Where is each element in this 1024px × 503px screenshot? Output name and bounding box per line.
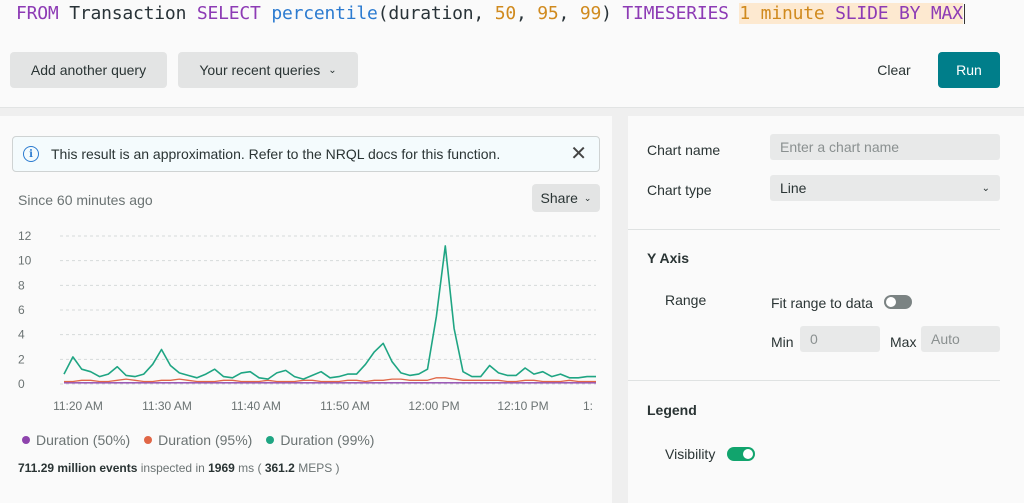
range-label: Range — [665, 292, 707, 308]
chart-settings-panel: Chart name Enter a chart name Chart type… — [628, 116, 1024, 503]
query-number: 50 — [494, 3, 516, 24]
approximation-notice: i This result is an approximation. Refer… — [12, 136, 600, 172]
legend-label: Duration (99%) — [280, 432, 375, 448]
visibility-toggle[interactable] — [727, 447, 755, 461]
min-input[interactable]: 0 — [800, 326, 880, 352]
events-text: ) — [332, 461, 340, 475]
min-label: Min — [771, 334, 794, 350]
max-input[interactable]: Auto — [921, 326, 1000, 352]
x-tick-label: 11:20 AM — [53, 399, 103, 413]
query-function: percentile — [271, 3, 378, 24]
query-keyword-select: SELECT — [196, 3, 261, 24]
y-tick-label: 4 — [18, 328, 25, 342]
text-cursor — [963, 4, 965, 24]
y-tick-label: 0 — [18, 377, 25, 391]
close-icon[interactable]: ✕ — [570, 144, 587, 164]
nrql-query-editor[interactable]: FROM Transaction SELECT percentile(durat… — [16, 2, 965, 26]
events-summary: 711.29 million events inspected in 1969 … — [18, 461, 340, 475]
notice-text: This result is an approximation. Refer t… — [51, 146, 501, 162]
chart-name-label: Chart name — [647, 142, 721, 158]
events-text: ms ( — [234, 461, 265, 475]
y-tick-label: 6 — [18, 303, 25, 317]
visibility-label: Visibility — [665, 446, 716, 462]
x-tick-label: 11:50 AM — [320, 399, 370, 413]
query-highlight-keyword: SLIDE BY MAX — [824, 3, 963, 24]
legend-label: Duration (95%) — [158, 432, 253, 448]
query-number: 95 — [537, 3, 559, 24]
query-number: 99 — [579, 3, 602, 24]
recent-queries-dropdown[interactable]: Your recent queries ⌄ — [178, 52, 358, 88]
legend-label: Duration (50%) — [36, 432, 131, 448]
query-text — [261, 3, 272, 24]
x-tick-label: 12:00 PM — [408, 399, 459, 413]
line-chart[interactable]: 0 2 4 6 8 10 12 11:20 AM 11:30 AM 11:40 AM 11:50 A… — [0, 226, 612, 422]
chevron-down-icon: ⌄ — [583, 192, 592, 203]
y-tick-label: 8 — [18, 278, 25, 292]
legend-item-p99[interactable]: Duration (99%) — [266, 432, 374, 448]
events-text: MEPS — [294, 461, 333, 475]
legend-item-p95[interactable]: Duration (95%) — [144, 432, 252, 448]
x-tick-label: 12:10 PM — [497, 399, 548, 413]
legend-dot — [266, 436, 275, 444]
max-label: Max — [890, 334, 917, 350]
query-bar: FROM Transaction SELECT percentile(durat… — [0, 0, 1024, 108]
toggle-knob — [886, 297, 896, 307]
legend-dot — [22, 436, 30, 444]
legend-title: Legend — [647, 402, 697, 418]
divider — [628, 380, 1000, 381]
events-count: 711.29 million events — [18, 461, 138, 475]
query-text: , — [558, 3, 580, 24]
chart-name-input[interactable]: Enter a chart name — [770, 134, 1000, 160]
events-meps: 361.2 — [264, 461, 295, 475]
fit-range-label: Fit range to data — [771, 295, 873, 311]
x-tick-label: 11:30 AM — [142, 399, 192, 413]
add-another-query-button[interactable]: Add another query — [10, 52, 167, 88]
legend-item-p50[interactable]: Duration (50%) — [22, 432, 130, 448]
y-tick-label: 12 — [18, 229, 32, 243]
divider — [628, 229, 1000, 230]
chevron-down-icon: ⌄ — [981, 182, 990, 194]
toggle-knob — [743, 449, 753, 459]
y-axis-title: Y Axis — [647, 250, 690, 266]
query-keyword-timeseries: TIMESERIES — [622, 3, 729, 24]
chart-type-label: Chart type — [647, 182, 712, 198]
chart-type-select[interactable]: Line ⌄ — [770, 175, 1000, 201]
query-highlight-number: 1 minute — [739, 3, 825, 24]
share-button[interactable]: Share ⌄ — [532, 184, 600, 212]
time-range-label: Since 60 minutes ago — [18, 192, 153, 208]
x-tick-label: 11:40 AM — [231, 399, 281, 413]
y-tick-label: 10 — [18, 254, 32, 268]
run-button[interactable]: Run — [938, 52, 1000, 88]
events-text: inspected in — [137, 461, 209, 475]
query-text: ) — [601, 3, 623, 24]
query-text — [729, 3, 740, 24]
query-text: (duration, — [377, 3, 495, 24]
events-ms: 1969 — [208, 461, 235, 475]
share-label: Share — [540, 190, 578, 206]
chart-type-value: Line — [780, 180, 807, 196]
fit-range-toggle[interactable] — [884, 295, 912, 309]
query-text: , — [515, 3, 538, 24]
clear-button[interactable]: Clear — [862, 52, 926, 88]
chart-legend: Duration (50%) Duration (95%) Duration (… — [22, 432, 374, 448]
query-text: Transaction — [58, 3, 197, 24]
legend-dot — [144, 436, 153, 444]
query-keyword-from: FROM — [16, 3, 59, 24]
x-tick-label: 1: — [583, 399, 593, 413]
info-icon: i — [23, 146, 39, 162]
recent-queries-label: Your recent queries — [199, 62, 321, 78]
chevron-down-icon: ⌄ — [328, 64, 337, 76]
y-tick-label: 2 — [18, 352, 25, 366]
chart-panel: i This result is an approximation. Refer… — [0, 116, 612, 503]
